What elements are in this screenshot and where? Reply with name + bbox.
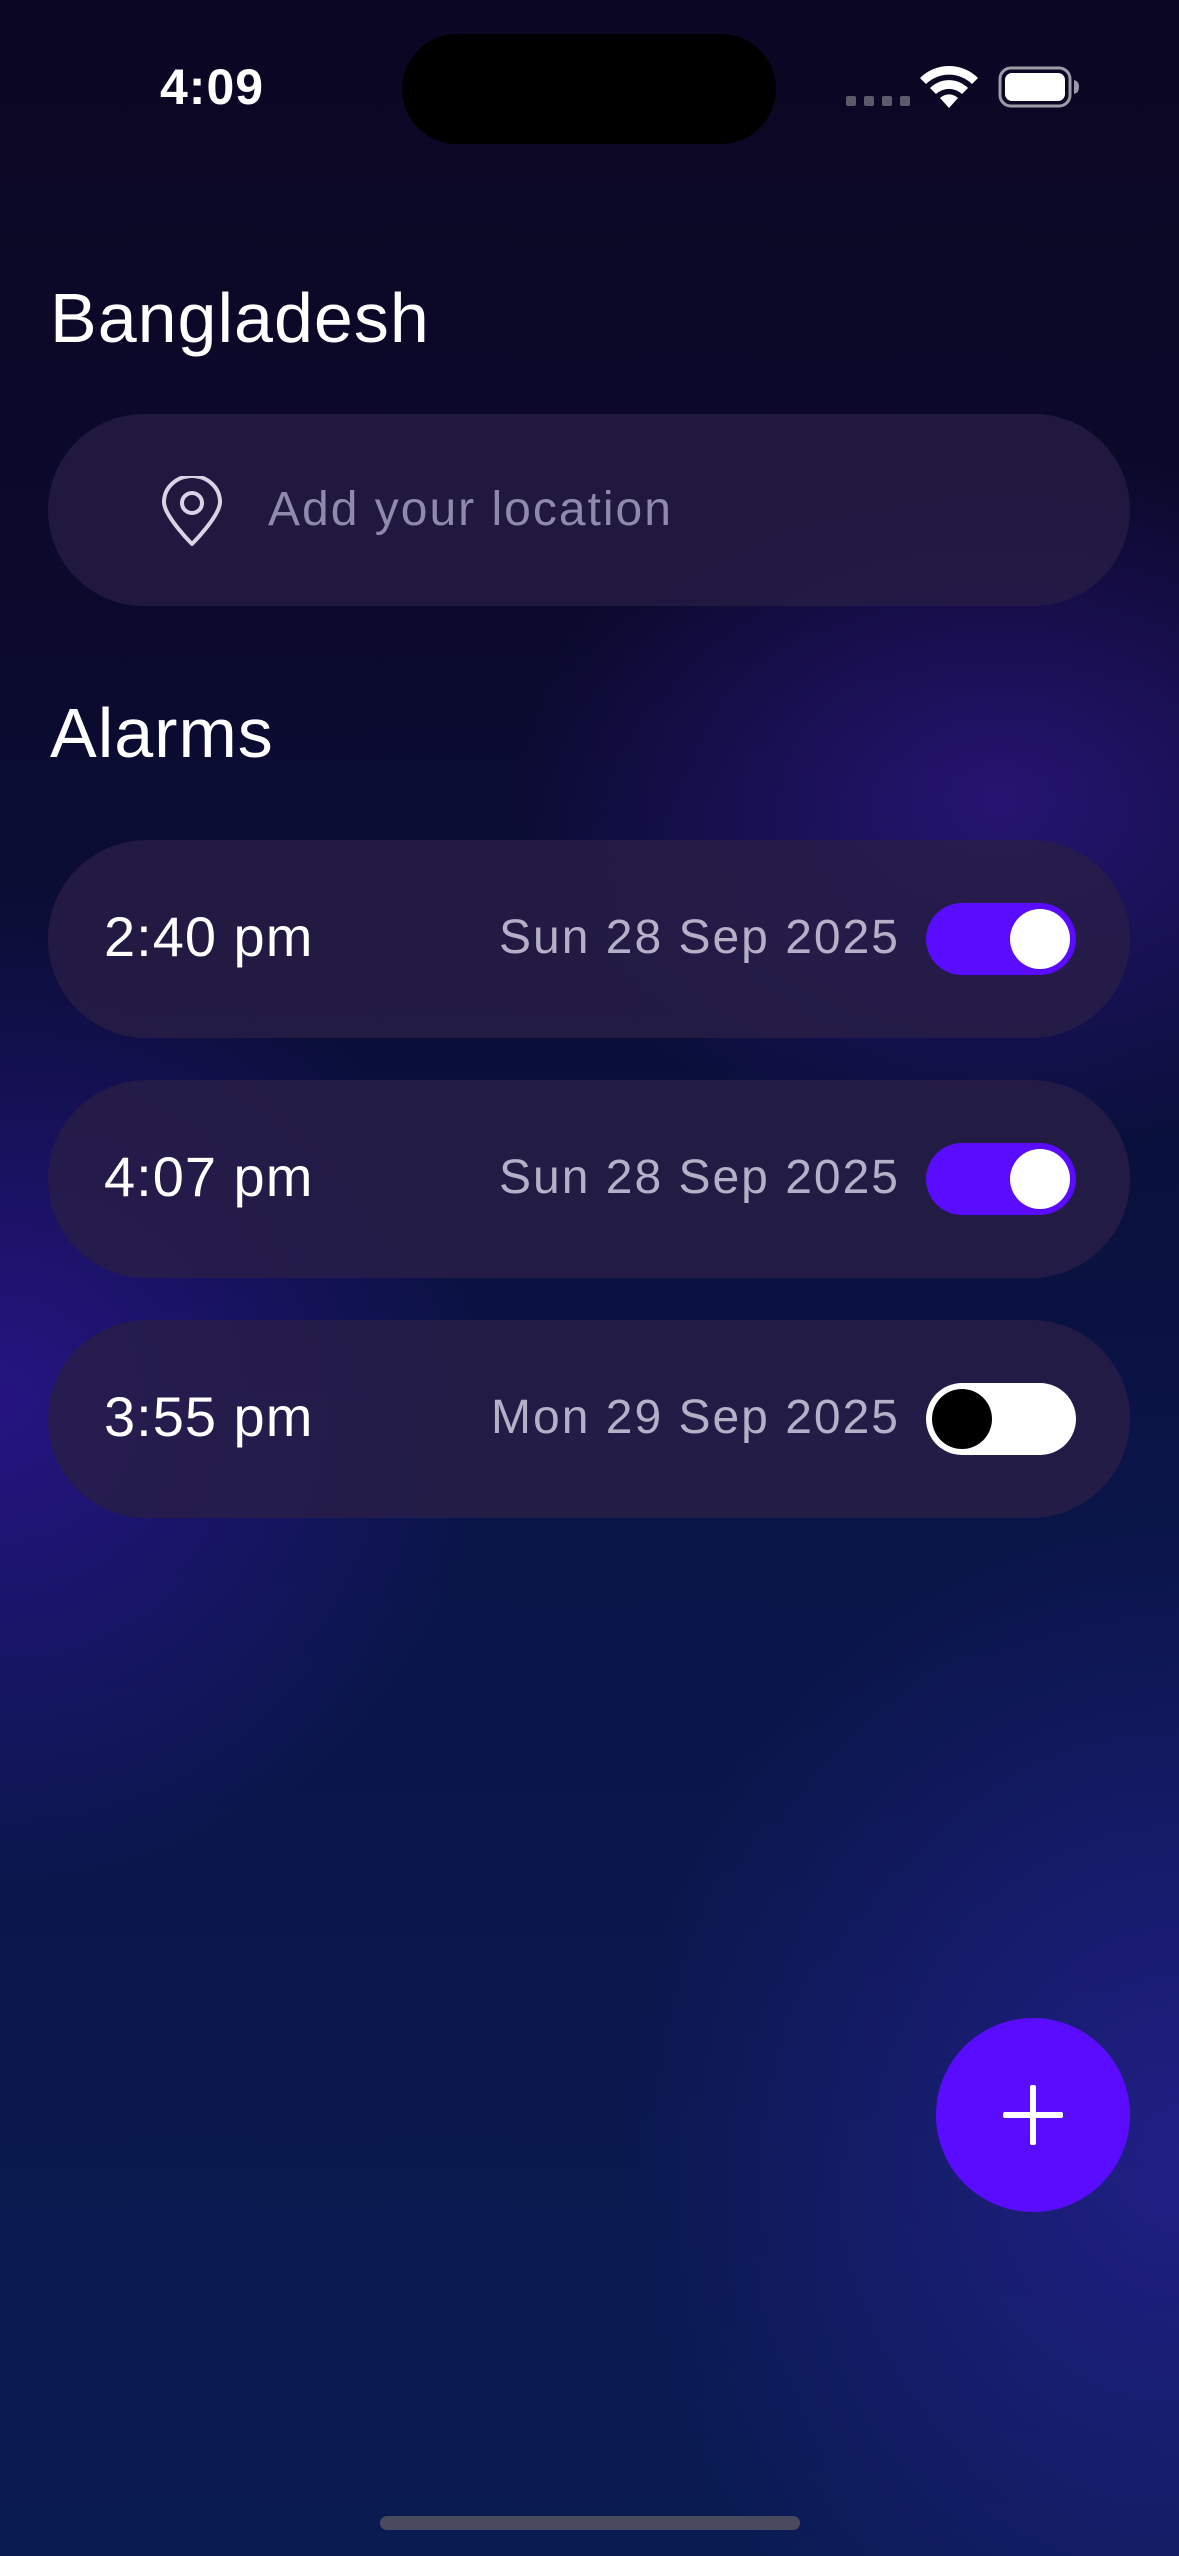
pin-icon [162, 476, 222, 546]
location-input[interactable]: Add your location [48, 414, 1130, 606]
alarm-time: 2:40 pm [104, 905, 314, 968]
alarm-item[interactable]: 3:55 pm Mon 29 Sep 2025 [48, 1320, 1130, 1518]
wifi-icon [920, 66, 978, 108]
signal-icon [846, 96, 910, 106]
alarm-toggle[interactable] [926, 1383, 1076, 1455]
location-placeholder: Add your location [268, 483, 673, 536]
toggle-knob [1010, 909, 1070, 969]
toggle-knob [1010, 1149, 1070, 1209]
status-time: 4:09 [160, 59, 265, 115]
toggle-knob [932, 1389, 992, 1449]
add-alarm-button[interactable] [936, 2018, 1130, 2212]
alarm-date: Mon 29 Sep 2025 [491, 1391, 900, 1444]
alarm-toggle[interactable] [926, 903, 1076, 975]
alarms-title: Alarms [50, 694, 274, 772]
home-indicator [380, 2516, 800, 2530]
plus-icon [1003, 2085, 1063, 2145]
alarm-date: Sun 28 Sep 2025 [499, 911, 900, 964]
location-title: Bangladesh [50, 279, 430, 357]
alarm-item[interactable]: 4:07 pm Sun 28 Sep 2025 [48, 1080, 1130, 1278]
status-bar: 4:09 [0, 0, 1179, 170]
battery-icon [998, 66, 1079, 108]
alarm-time: 4:07 pm [104, 1145, 314, 1208]
alarm-date: Sun 28 Sep 2025 [499, 1151, 900, 1204]
alarm-item[interactable]: 2:40 pm Sun 28 Sep 2025 [48, 840, 1130, 1038]
alarm-time: 3:55 pm [104, 1385, 314, 1448]
alarm-toggle[interactable] [926, 1143, 1076, 1215]
dynamic-island [402, 34, 776, 144]
